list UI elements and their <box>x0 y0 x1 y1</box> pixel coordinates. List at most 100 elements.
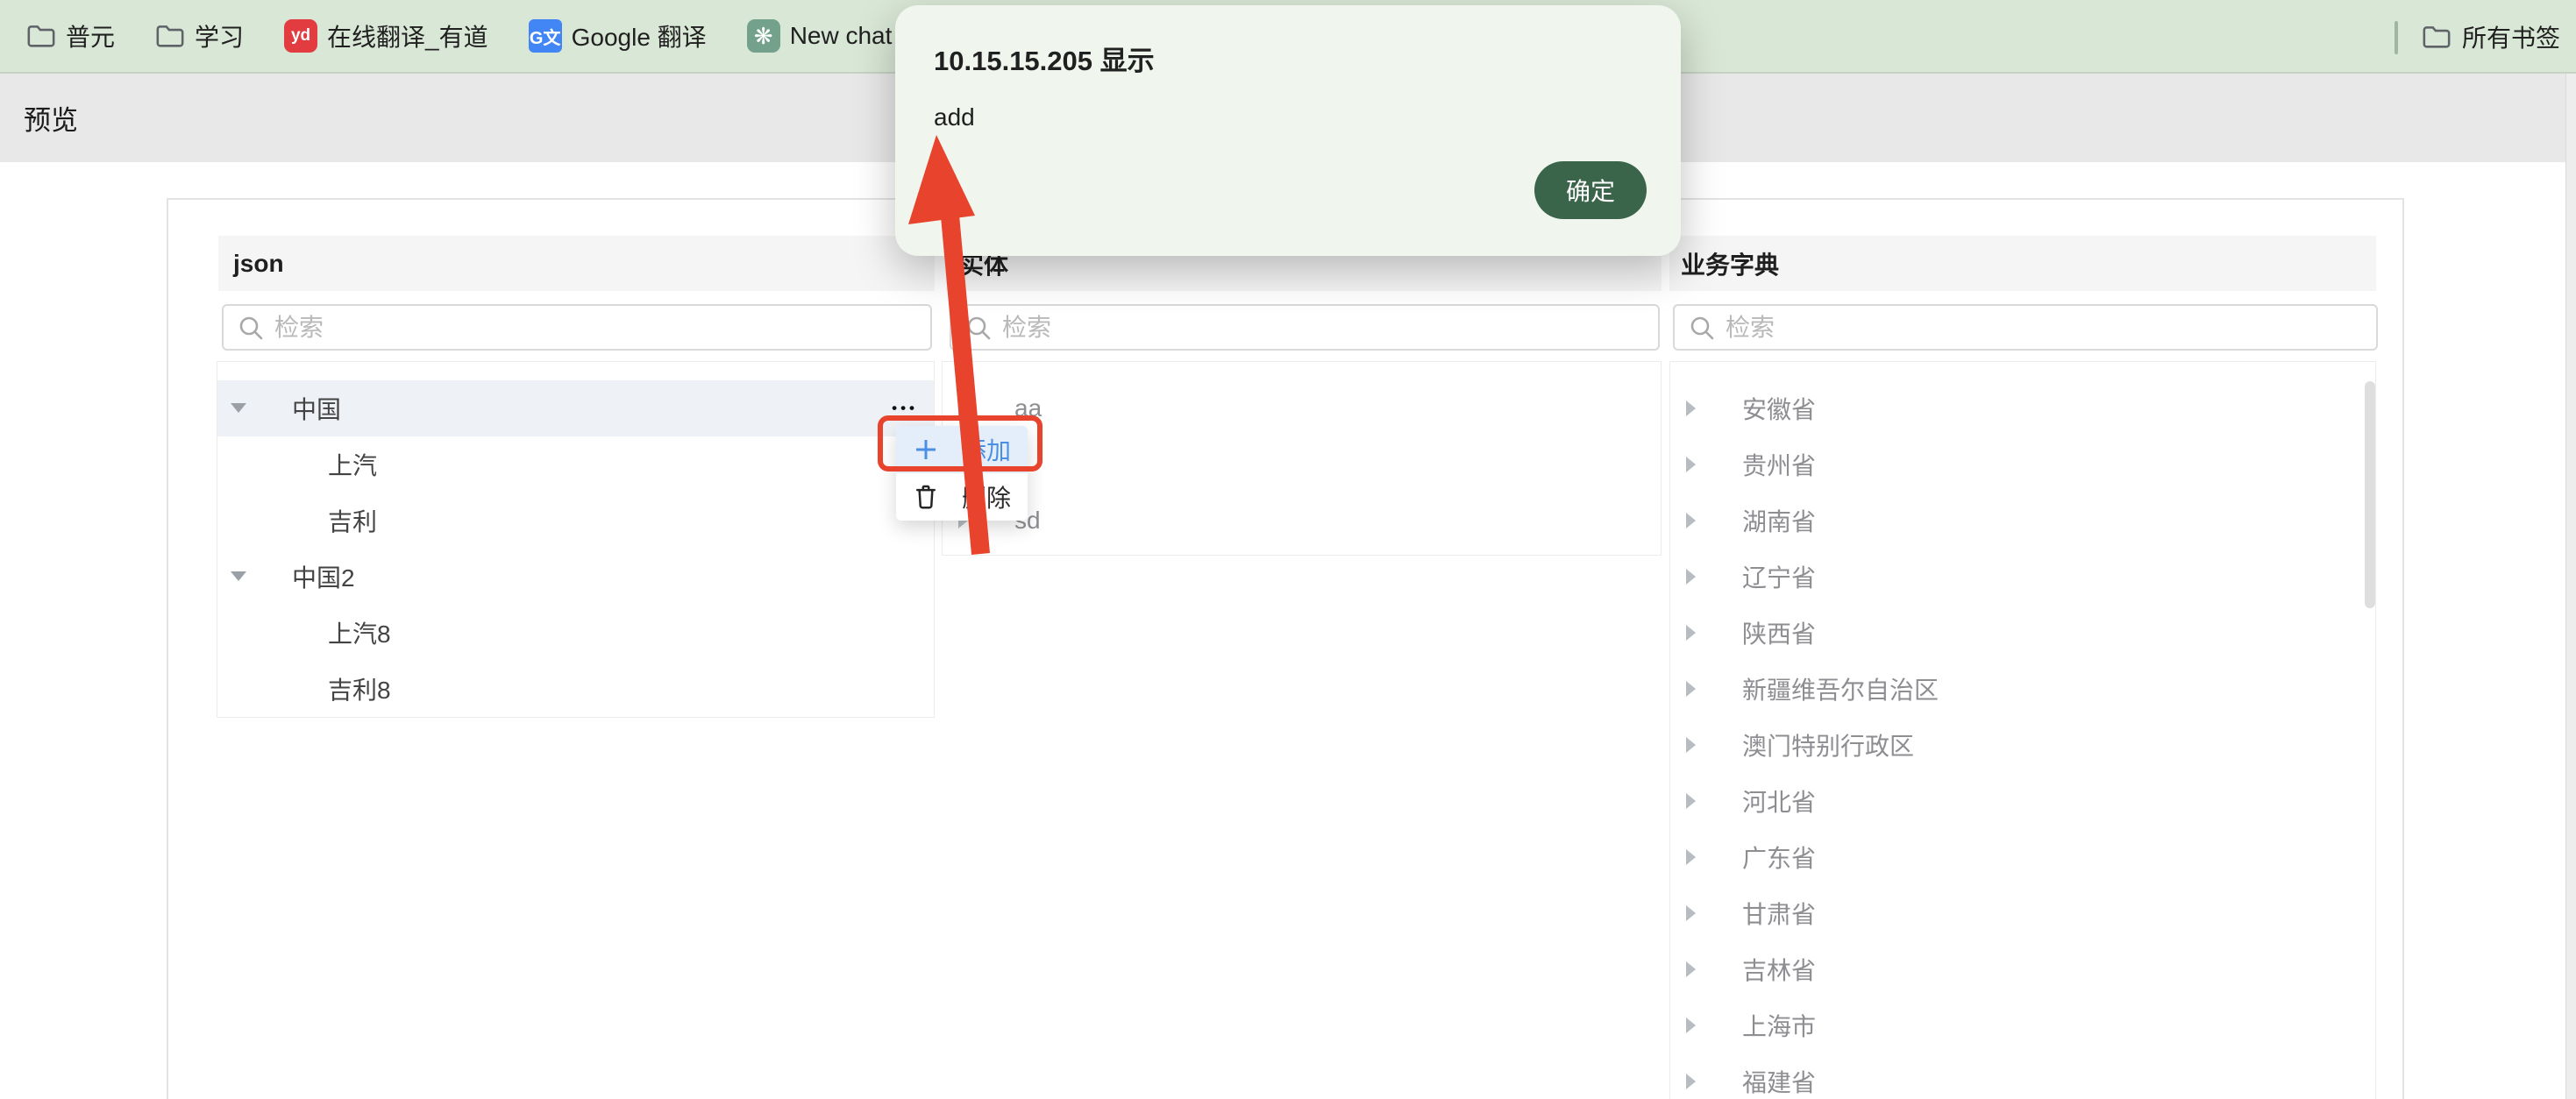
bookmark-item[interactable]: ❋ New chat <box>747 19 893 53</box>
bookmark-label: 学习 <box>195 18 244 53</box>
page-scrollbar[interactable] <box>2565 74 2576 1099</box>
bookmark-item[interactable]: yd 在线翻译_有道 <box>284 18 488 53</box>
alert-dialog-title: 10.15.15.205 显示 <box>934 39 1155 78</box>
all-bookmarks-button[interactable]: 所有书签 <box>2422 0 2560 74</box>
tree-row[interactable]: 甘肃省 <box>1670 885 2375 941</box>
tree-row[interactable]: 福建省 <box>1670 1053 2375 1099</box>
bookmark-label: 普元 <box>66 18 115 53</box>
tree-row[interactable]: 安徽省 <box>1670 380 2375 436</box>
tree-row[interactable]: 上汽 <box>217 436 934 493</box>
search-input-entity[interactable] <box>950 304 1660 351</box>
alert-dialog: 10.15.15.205 显示 add 确定 <box>895 5 1681 256</box>
tree-row[interactable]: 广东省 <box>1670 829 2375 885</box>
panel-title: 业务字典 <box>1681 246 1779 281</box>
folder-icon <box>2422 24 2451 50</box>
bookmark-item[interactable]: G文 Google 翻译 <box>529 18 707 53</box>
tree-label: 新疆维吾尔自治区 <box>1742 661 1939 717</box>
bookmark-label: 在线翻译_有道 <box>327 18 488 53</box>
caret-right-icon[interactable] <box>1686 1074 1696 1089</box>
tree-label: 中国 <box>292 380 341 436</box>
menu-item-delete[interactable]: 删除 <box>896 473 1028 521</box>
tree-row[interactable]: 吉林省 <box>1670 941 2375 997</box>
tree-label: 吉林省 <box>1742 941 1816 997</box>
caret-right-icon[interactable] <box>1686 569 1696 585</box>
tree-row[interactable]: sd <box>943 493 1661 549</box>
tree-row[interactable]: 陕西省 <box>1670 605 2375 661</box>
panel-header-dict: 业务字典 <box>1669 236 2376 291</box>
bookmarks-divider <box>2395 21 2398 54</box>
tree-label: 吉利 <box>328 493 377 549</box>
tree-row[interactable]: aa <box>943 380 1661 436</box>
panel-header-json: json <box>218 236 935 291</box>
tree-row[interactable]: 湖南省 <box>1670 493 2375 549</box>
tree-row[interactable]: 中国2 <box>217 549 934 605</box>
caret-down-icon[interactable] <box>231 403 246 413</box>
alert-dialog-message: add <box>934 103 975 131</box>
page-title: 预览 <box>24 74 78 162</box>
tree-row[interactable]: 吉利8 <box>217 661 934 717</box>
confirm-button[interactable]: 确定 <box>1534 161 1647 219</box>
json-tree: 中国 ••• 上汽 吉利 中国2 上汽8 吉利8 <box>217 361 935 718</box>
menu-item-add[interactable]: 添加 <box>896 426 1028 473</box>
search-box-json <box>222 304 932 351</box>
tree-label: 福建省 <box>1742 1053 1816 1099</box>
search-input-dict[interactable] <box>1673 304 2378 351</box>
trash-icon <box>913 484 939 510</box>
tree-label: 陕西省 <box>1742 605 1816 661</box>
bookmark-item[interactable]: 普元 <box>26 18 115 53</box>
tree-row[interactable]: 新疆维吾尔自治区 <box>1670 661 2375 717</box>
tree-row[interactable]: 中国 ••• <box>217 380 934 436</box>
tree-label: 辽宁省 <box>1742 549 1816 605</box>
caret-right-icon[interactable] <box>1686 905 1696 921</box>
tree-label: 安徽省 <box>1742 380 1816 436</box>
tree-label: 贵州省 <box>1742 436 1816 493</box>
caret-right-icon[interactable] <box>1686 961 1696 977</box>
tree-label: 澳门特别行政区 <box>1742 717 1914 773</box>
tree-row[interactable]: 上汽8 <box>217 605 934 661</box>
tree-label: 上海市 <box>1742 997 1816 1053</box>
menu-item-label: 删除 <box>962 479 1011 514</box>
tree-row[interactable]: 上海市 <box>1670 997 2375 1053</box>
bookmark-label: New chat <box>790 22 893 50</box>
caret-right-icon[interactable] <box>1686 1017 1696 1033</box>
menu-item-label: 添加 <box>962 432 1011 467</box>
context-menu: 添加 删除 <box>896 426 1028 521</box>
tree-label: 湖南省 <box>1742 493 1816 549</box>
tree-row[interactable]: 河北省 <box>1670 773 2375 829</box>
caret-right-icon[interactable] <box>1686 737 1696 753</box>
tree-label: 甘肃省 <box>1742 885 1816 941</box>
search-box-dict <box>1673 304 2378 351</box>
youdao-icon: yd <box>284 19 317 53</box>
search-input-json[interactable] <box>222 304 932 351</box>
tree-label: 上汽 <box>328 436 377 493</box>
tree-label: 广东省 <box>1742 829 1816 885</box>
tree-row[interactable]: 贵州省 <box>1670 436 2375 493</box>
chatgpt-icon: ❋ <box>747 19 780 53</box>
folder-icon <box>155 23 185 49</box>
search-box-entity <box>950 304 1660 351</box>
caret-right-icon[interactable] <box>1686 793 1696 809</box>
tree-row[interactable]: 辽宁省 <box>1670 549 2375 605</box>
all-bookmarks-label: 所有书签 <box>2462 19 2560 54</box>
caret-right-icon[interactable] <box>1686 681 1696 697</box>
panel-title: json <box>233 250 284 278</box>
caret-down-icon[interactable] <box>231 571 246 581</box>
content-card: json 实体 业务字典 中国 ••• 上汽 吉利 中国2 <box>167 198 2404 1099</box>
tree-row[interactable]: 吉利 <box>217 493 934 549</box>
tree-label: 河北省 <box>1742 773 1816 829</box>
plus-icon <box>913 437 939 462</box>
caret-right-icon[interactable] <box>1686 401 1696 416</box>
google-translate-icon: G文 <box>529 19 562 53</box>
entity-tree: aa b sd <box>942 361 1662 556</box>
dict-tree: 安徽省 贵州省 湖南省 辽宁省 陕西省 新疆维吾尔自治区 澳门特别行政区 河北省… <box>1669 361 2376 1099</box>
tree-row[interactable]: 澳门特别行政区 <box>1670 717 2375 773</box>
scrollbar-thumb[interactable] <box>2365 381 2375 608</box>
caret-right-icon[interactable] <box>1686 625 1696 641</box>
tree-label: 上汽8 <box>328 605 391 661</box>
caret-right-icon[interactable] <box>1686 849 1696 865</box>
caret-right-icon[interactable] <box>1686 513 1696 528</box>
tree-row[interactable]: b <box>943 436 1661 493</box>
caret-right-icon[interactable] <box>958 401 968 416</box>
bookmark-item[interactable]: 学习 <box>155 18 244 53</box>
caret-right-icon[interactable] <box>1686 457 1696 472</box>
